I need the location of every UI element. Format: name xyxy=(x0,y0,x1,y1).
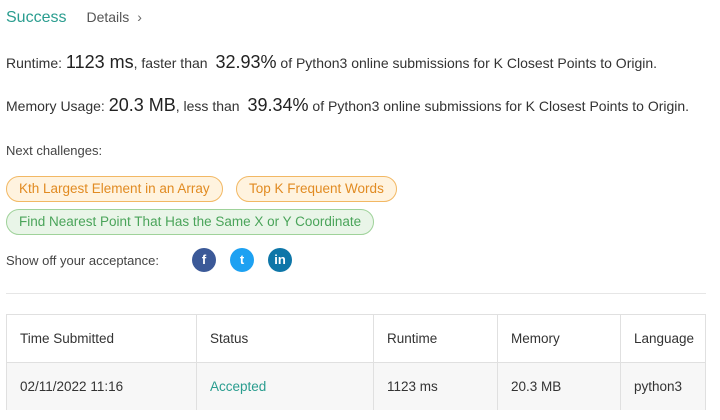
memory-label: Memory Usage: xyxy=(6,98,105,114)
next-challenges-label: Next challenges: xyxy=(6,143,103,158)
details-link[interactable]: Details › xyxy=(86,9,141,25)
share-label: Show off your acceptance: xyxy=(6,253,159,268)
runtime-mid-text: , faster than xyxy=(133,55,208,71)
column-header: Runtime xyxy=(374,315,498,362)
challenge-tag[interactable]: Find Nearest Point That Has the Same X o… xyxy=(6,209,375,235)
column-header: Language xyxy=(634,331,695,346)
details-label: Details xyxy=(86,9,130,25)
memory-suffix: of Python3 online submissions for K Clos… xyxy=(312,98,690,114)
runtime-value: 1123 ms xyxy=(65,52,134,72)
status-label: Success xyxy=(6,9,67,26)
memory-percent: 39.34% xyxy=(247,95,309,115)
memory-value: 20.3 MB xyxy=(108,95,176,115)
chevron-right-icon: › xyxy=(137,9,142,25)
memory-mid-text: , less than xyxy=(175,98,240,114)
challenge-tag[interactable]: Kth Largest Element in an Array xyxy=(6,176,223,202)
status-link[interactable]: Accepted xyxy=(197,363,374,410)
runtime-percent: 32.93% xyxy=(215,52,277,72)
challenge-tag[interactable]: Top K Frequent Words xyxy=(236,176,397,202)
twitter-icon[interactable]: t xyxy=(230,248,254,272)
column-header: Memory xyxy=(498,315,621,362)
runtime-label: Runtime: xyxy=(6,55,63,71)
result-header: Success Details › xyxy=(6,9,142,27)
linkedin-icon[interactable]: in xyxy=(268,248,292,272)
memory-line: Memory Usage: 20.3 MB, less than 39.34% … xyxy=(6,95,689,116)
column-header: Time Submitted xyxy=(7,315,197,362)
column-header: Status xyxy=(197,315,374,362)
table-header-row: Time Submitted Status Runtime Memory Lan… xyxy=(7,315,705,363)
submissions-table: Time Submitted Status Runtime Memory Lan… xyxy=(6,314,706,410)
submission-result-panel: Success Details › Runtime: 1123 ms, fast… xyxy=(0,0,720,420)
facebook-icon[interactable]: f xyxy=(192,248,216,272)
memory-cell: 20.3 MB xyxy=(498,363,621,410)
runtime-line: Runtime: 1123 ms, faster than 32.93% of … xyxy=(6,52,657,73)
runtime-cell: 1123 ms xyxy=(374,363,498,410)
language-cell: python3 xyxy=(634,379,683,394)
table-row: 02/11/2022 11:16 Accepted 1123 ms 20.3 M… xyxy=(7,363,705,410)
runtime-suffix: of Python3 online submissions for K Clos… xyxy=(280,55,658,71)
time-submitted-cell: 02/11/2022 11:16 xyxy=(7,363,197,410)
divider xyxy=(6,293,706,294)
